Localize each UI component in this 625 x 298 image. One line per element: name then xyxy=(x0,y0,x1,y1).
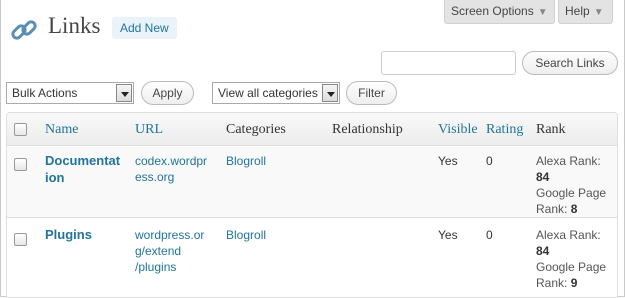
column-rating[interactable]: Rating xyxy=(486,122,523,138)
alexa-rank-value: 84 xyxy=(536,170,550,184)
links-table: Name URL Categories Relationship Visible… xyxy=(6,112,618,298)
column-url[interactable]: URL xyxy=(135,122,163,138)
alexa-rank-value: 84 xyxy=(536,244,550,258)
apply-button[interactable]: Apply xyxy=(141,81,194,105)
google-rank-label: Rank: xyxy=(536,202,568,216)
category-value: View all categories xyxy=(218,86,318,100)
table-row: Plugins wordpress.or g/extend /plugins B… xyxy=(7,219,617,297)
bulk-actions-select[interactable]: Bulk Actions xyxy=(6,82,134,104)
category-select[interactable]: View all categories xyxy=(212,82,340,104)
search-input[interactable] xyxy=(381,51,516,75)
screen-options-label: Screen Options xyxy=(451,4,534,18)
link-name-line: Documentat xyxy=(45,153,121,168)
column-visible[interactable]: Visible xyxy=(438,122,478,138)
column-relationship: Relationship xyxy=(332,122,403,137)
url-line: /plugins xyxy=(135,260,177,274)
alexa-rank-label: Alexa Rank: xyxy=(536,154,601,168)
select-all-checkbox[interactable] xyxy=(14,123,27,136)
rank-value: Alexa Rank: 84 Google Page Rank: 8 xyxy=(536,153,614,217)
chevron-down-icon xyxy=(322,84,338,102)
link-name-line: ion xyxy=(45,170,65,185)
link-name[interactable]: Plugins xyxy=(45,226,129,243)
bulk-actions-value: Bulk Actions xyxy=(12,86,78,100)
rating-value: 0 xyxy=(486,154,493,168)
link-name-line: Plugins xyxy=(45,227,92,242)
alexa-rank-label: Alexa Rank: xyxy=(536,228,601,242)
category-link[interactable]: Blogroll xyxy=(226,153,266,169)
link-url[interactable]: codex.wordpr ess.org xyxy=(135,153,215,185)
table-header: Name URL Categories Relationship Visible… xyxy=(7,113,617,146)
google-rank-value: 8 xyxy=(570,202,578,216)
google-rank-label: Google Page xyxy=(536,260,607,274)
row-checkbox[interactable] xyxy=(14,233,27,246)
visible-value: Yes xyxy=(438,228,458,242)
column-categories: Categories xyxy=(226,122,286,137)
google-rank-label: Rank: xyxy=(536,276,568,290)
url-line: wordpress.or xyxy=(135,228,205,242)
google-rank-label: Google Page xyxy=(536,186,607,200)
url-line: codex.wordpr xyxy=(135,154,208,168)
rank-value: Alexa Rank: 84 Google Page Rank: 9 xyxy=(536,227,614,291)
google-rank-value: 9 xyxy=(570,276,578,290)
column-rank: Rank xyxy=(536,122,566,137)
filter-button[interactable]: Filter xyxy=(346,81,397,105)
help-label: Help xyxy=(565,4,590,18)
link-url[interactable]: wordpress.or g/extend /plugins xyxy=(135,227,215,275)
column-name[interactable]: Name xyxy=(45,122,78,138)
visible-value: Yes xyxy=(438,154,458,168)
link-name[interactable]: Documentat ion xyxy=(45,152,129,186)
url-line: ess.org xyxy=(135,170,175,184)
chevron-down-icon: ▼ xyxy=(537,7,548,18)
table-row: Documentat ion codex.wordpr ess.org Blog… xyxy=(7,147,617,218)
chevron-down-icon: ▼ xyxy=(593,7,604,18)
links-chain-icon xyxy=(11,20,37,40)
help-tab[interactable]: Help ▼ xyxy=(558,0,613,24)
add-new-button[interactable]: Add New xyxy=(112,17,177,39)
screen-options-tab[interactable]: Screen Options ▼ xyxy=(444,0,555,24)
category-link[interactable]: Blogroll xyxy=(226,227,266,243)
url-line: g/extend xyxy=(135,244,182,258)
rating-value: 0 xyxy=(486,228,493,242)
search-links-button[interactable]: Search Links xyxy=(522,51,618,75)
page-title: Links xyxy=(48,13,101,38)
row-checkbox[interactable] xyxy=(14,158,27,171)
chevron-down-icon xyxy=(116,84,132,102)
